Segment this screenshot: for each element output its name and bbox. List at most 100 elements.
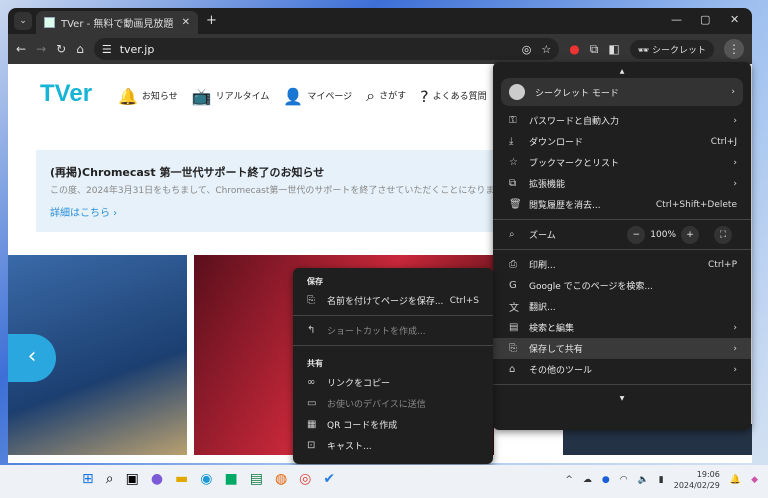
- scroll-up-icon[interactable]: ▲: [493, 62, 751, 78]
- start-icon[interactable]: ⊞: [82, 471, 94, 487]
- create-shortcut[interactable]: ↰ ショートカットを作成...: [293, 320, 493, 341]
- new-tab-button[interactable]: +: [206, 13, 217, 28]
- back-icon[interactable]: ←: [16, 42, 26, 56]
- shortcut: ›: [733, 364, 737, 375]
- side-panel-icon[interactable]: ◧: [608, 42, 619, 56]
- site-settings-icon[interactable]: ☰: [102, 43, 112, 56]
- task-view-icon[interactable]: ▣: [126, 471, 139, 487]
- maximize-button[interactable]: ▢: [700, 13, 710, 26]
- notice-details-link[interactable]: 詳細はこちら ›: [50, 204, 492, 219]
- tv-icon: 📺: [191, 86, 212, 106]
- notification-bell-icon[interactable]: 🔔: [730, 475, 741, 485]
- incognito-badge[interactable]: 🕶 シークレット: [629, 39, 714, 59]
- menu-item[interactable]: ⧉ 拡張機能 ›: [493, 173, 751, 194]
- close-tab-icon[interactable]: ✕: [182, 17, 190, 28]
- todo-icon[interactable]: ✔: [323, 471, 335, 487]
- excel-icon[interactable]: ▤: [250, 471, 263, 487]
- extension-red-icon[interactable]: ●: [569, 42, 579, 56]
- scroll-down-icon[interactable]: ▼: [493, 395, 751, 402]
- create-qr[interactable]: ▦ QR コードを作成: [293, 414, 493, 435]
- menu-label: ショートカットを作成...: [327, 327, 426, 337]
- store-icon[interactable]: ■: [224, 471, 237, 487]
- menu-item[interactable]: G Google でこのページを検索...: [493, 275, 751, 296]
- firefox-icon[interactable]: ◍: [275, 471, 287, 487]
- carousel-prev-button[interactable]: ‹: [8, 334, 56, 382]
- wifi-icon[interactable]: ◠: [620, 475, 628, 485]
- divider: [493, 249, 751, 250]
- menu-item[interactable]: ⚿ パスワードと自動入力 ›: [493, 110, 751, 131]
- devices-icon: ▭: [307, 398, 317, 409]
- app-tray-icon[interactable]: ●: [602, 475, 610, 485]
- bookmark-star-icon[interactable]: ☆: [541, 43, 551, 56]
- battery-icon[interactable]: ▮: [659, 475, 664, 485]
- edge-icon[interactable]: ◉: [200, 471, 212, 487]
- toolbar: ← → ↻ ⌂ ☰ tver.jp ◎ ☆ ● ⧉ ◧ 🕶 シークレット ⋮: [8, 34, 752, 64]
- chat-icon[interactable]: ●: [151, 471, 163, 487]
- menu-item[interactable]: 文翻訳...: [493, 296, 751, 317]
- zoom-label: ズーム: [529, 231, 556, 241]
- menu-item[interactable]: ⤓ ダウンロード Ctrl+J: [493, 131, 751, 152]
- chevron-right-icon: ›: [731, 87, 735, 97]
- minimize-button[interactable]: —: [671, 13, 682, 26]
- fullscreen-button[interactable]: ⛶: [714, 225, 732, 244]
- shortcut: ›: [733, 115, 737, 126]
- menu-item[interactable]: ⌂ その他のツール ›: [493, 359, 751, 380]
- nav-item[interactable]: ? よくある質問: [420, 87, 487, 106]
- forward-icon[interactable]: →: [36, 42, 46, 56]
- menu-item[interactable]: ▤ 検索と編集 ›: [493, 317, 751, 338]
- save-page-as[interactable]: ⎘ 名前を付けてページを保存... Ctrl+S: [293, 290, 493, 311]
- eye-off-icon[interactable]: ◎: [522, 43, 532, 56]
- menu-label: 翻訳...: [529, 303, 556, 313]
- chrome-icon[interactable]: ◎: [299, 471, 311, 487]
- tver-logo[interactable]: TVer: [40, 80, 92, 108]
- share-header: 共有: [307, 359, 323, 368]
- zoom-out-button[interactable]: −: [627, 225, 646, 244]
- close-window-button[interactable]: ✕: [730, 13, 739, 26]
- zoom-in-button[interactable]: +: [681, 225, 699, 244]
- address-bar[interactable]: ☰ tver.jp ◎ ☆: [93, 38, 560, 60]
- menu-item[interactable]: ☆ ブックマークとリスト ›: [493, 152, 751, 173]
- search-icon[interactable]: ⌕: [106, 471, 114, 487]
- notice-banner: (再掲)Chromecast 第一世代サポート終了のお知らせ この度、2024年…: [36, 150, 506, 232]
- date: 2024/02/29: [673, 481, 720, 490]
- nav-item[interactable]: 🔔 お知らせ: [118, 87, 178, 106]
- menu-incognito[interactable]: シークレット モード ›: [501, 78, 743, 106]
- translate-icon: 文: [509, 303, 519, 314]
- shortcut: Ctrl+S: [449, 295, 479, 306]
- tab-search-button[interactable]: ⌄: [14, 12, 32, 30]
- shortcut: Ctrl+P: [708, 259, 737, 270]
- favicon-icon: [44, 17, 55, 28]
- reload-icon[interactable]: ↻: [56, 42, 66, 56]
- clock[interactable]: 19:06 2024/02/29: [674, 469, 720, 491]
- menu-label: キャスト...: [327, 442, 372, 452]
- divider: [293, 315, 493, 316]
- nav-item[interactable]: 👤 マイページ: [283, 87, 352, 106]
- nav-item[interactable]: ⌕ さがす: [366, 86, 406, 106]
- menu-label: シークレット モード: [535, 88, 619, 99]
- tab-tver[interactable]: TVer - 無料で動画見放題 ✕: [36, 11, 198, 34]
- user-icon: 👤: [283, 86, 304, 106]
- home-icon[interactable]: ⌂: [76, 42, 84, 56]
- tray-chevron-icon[interactable]: ^: [565, 475, 573, 485]
- copy-link[interactable]: ∞ リンクをコピー: [293, 372, 493, 393]
- volume-icon[interactable]: 🔈: [638, 475, 649, 485]
- nav-item[interactable]: 📺 リアルタイム: [192, 87, 270, 106]
- zoom-icon: ⌕: [509, 229, 515, 240]
- google-icon: G: [509, 280, 517, 291]
- menu-item[interactable]: 🗑 閲覧履歴を消去... Ctrl+Shift+Delete: [493, 194, 751, 215]
- menu-label: ダウンロード: [529, 138, 584, 148]
- shortcut-icon: ↰: [307, 325, 316, 336]
- menu-item[interactable]: ⎙ 印刷... Ctrl+P: [493, 254, 751, 275]
- onedrive-icon[interactable]: ☁: [583, 475, 592, 485]
- extensions-icon[interactable]: ⧉: [590, 42, 599, 57]
- menu-zoom: ⌕ ズーム − 100% + ⛶: [493, 224, 751, 245]
- menu-label: 印刷...: [529, 261, 556, 271]
- send-to-device[interactable]: ▭ お使いのデバイスに送信: [293, 393, 493, 414]
- menu-item[interactable]: ⎘ 保存して共有 ›: [493, 338, 751, 359]
- nav-label: マイページ: [307, 91, 353, 102]
- star-icon: ☆: [509, 157, 518, 168]
- more-menu-button[interactable]: ⋮: [724, 39, 744, 59]
- copilot-icon[interactable]: ◆: [751, 475, 758, 485]
- explorer-icon[interactable]: ▬: [175, 471, 188, 487]
- cast[interactable]: ⊡ キャスト...: [293, 435, 493, 456]
